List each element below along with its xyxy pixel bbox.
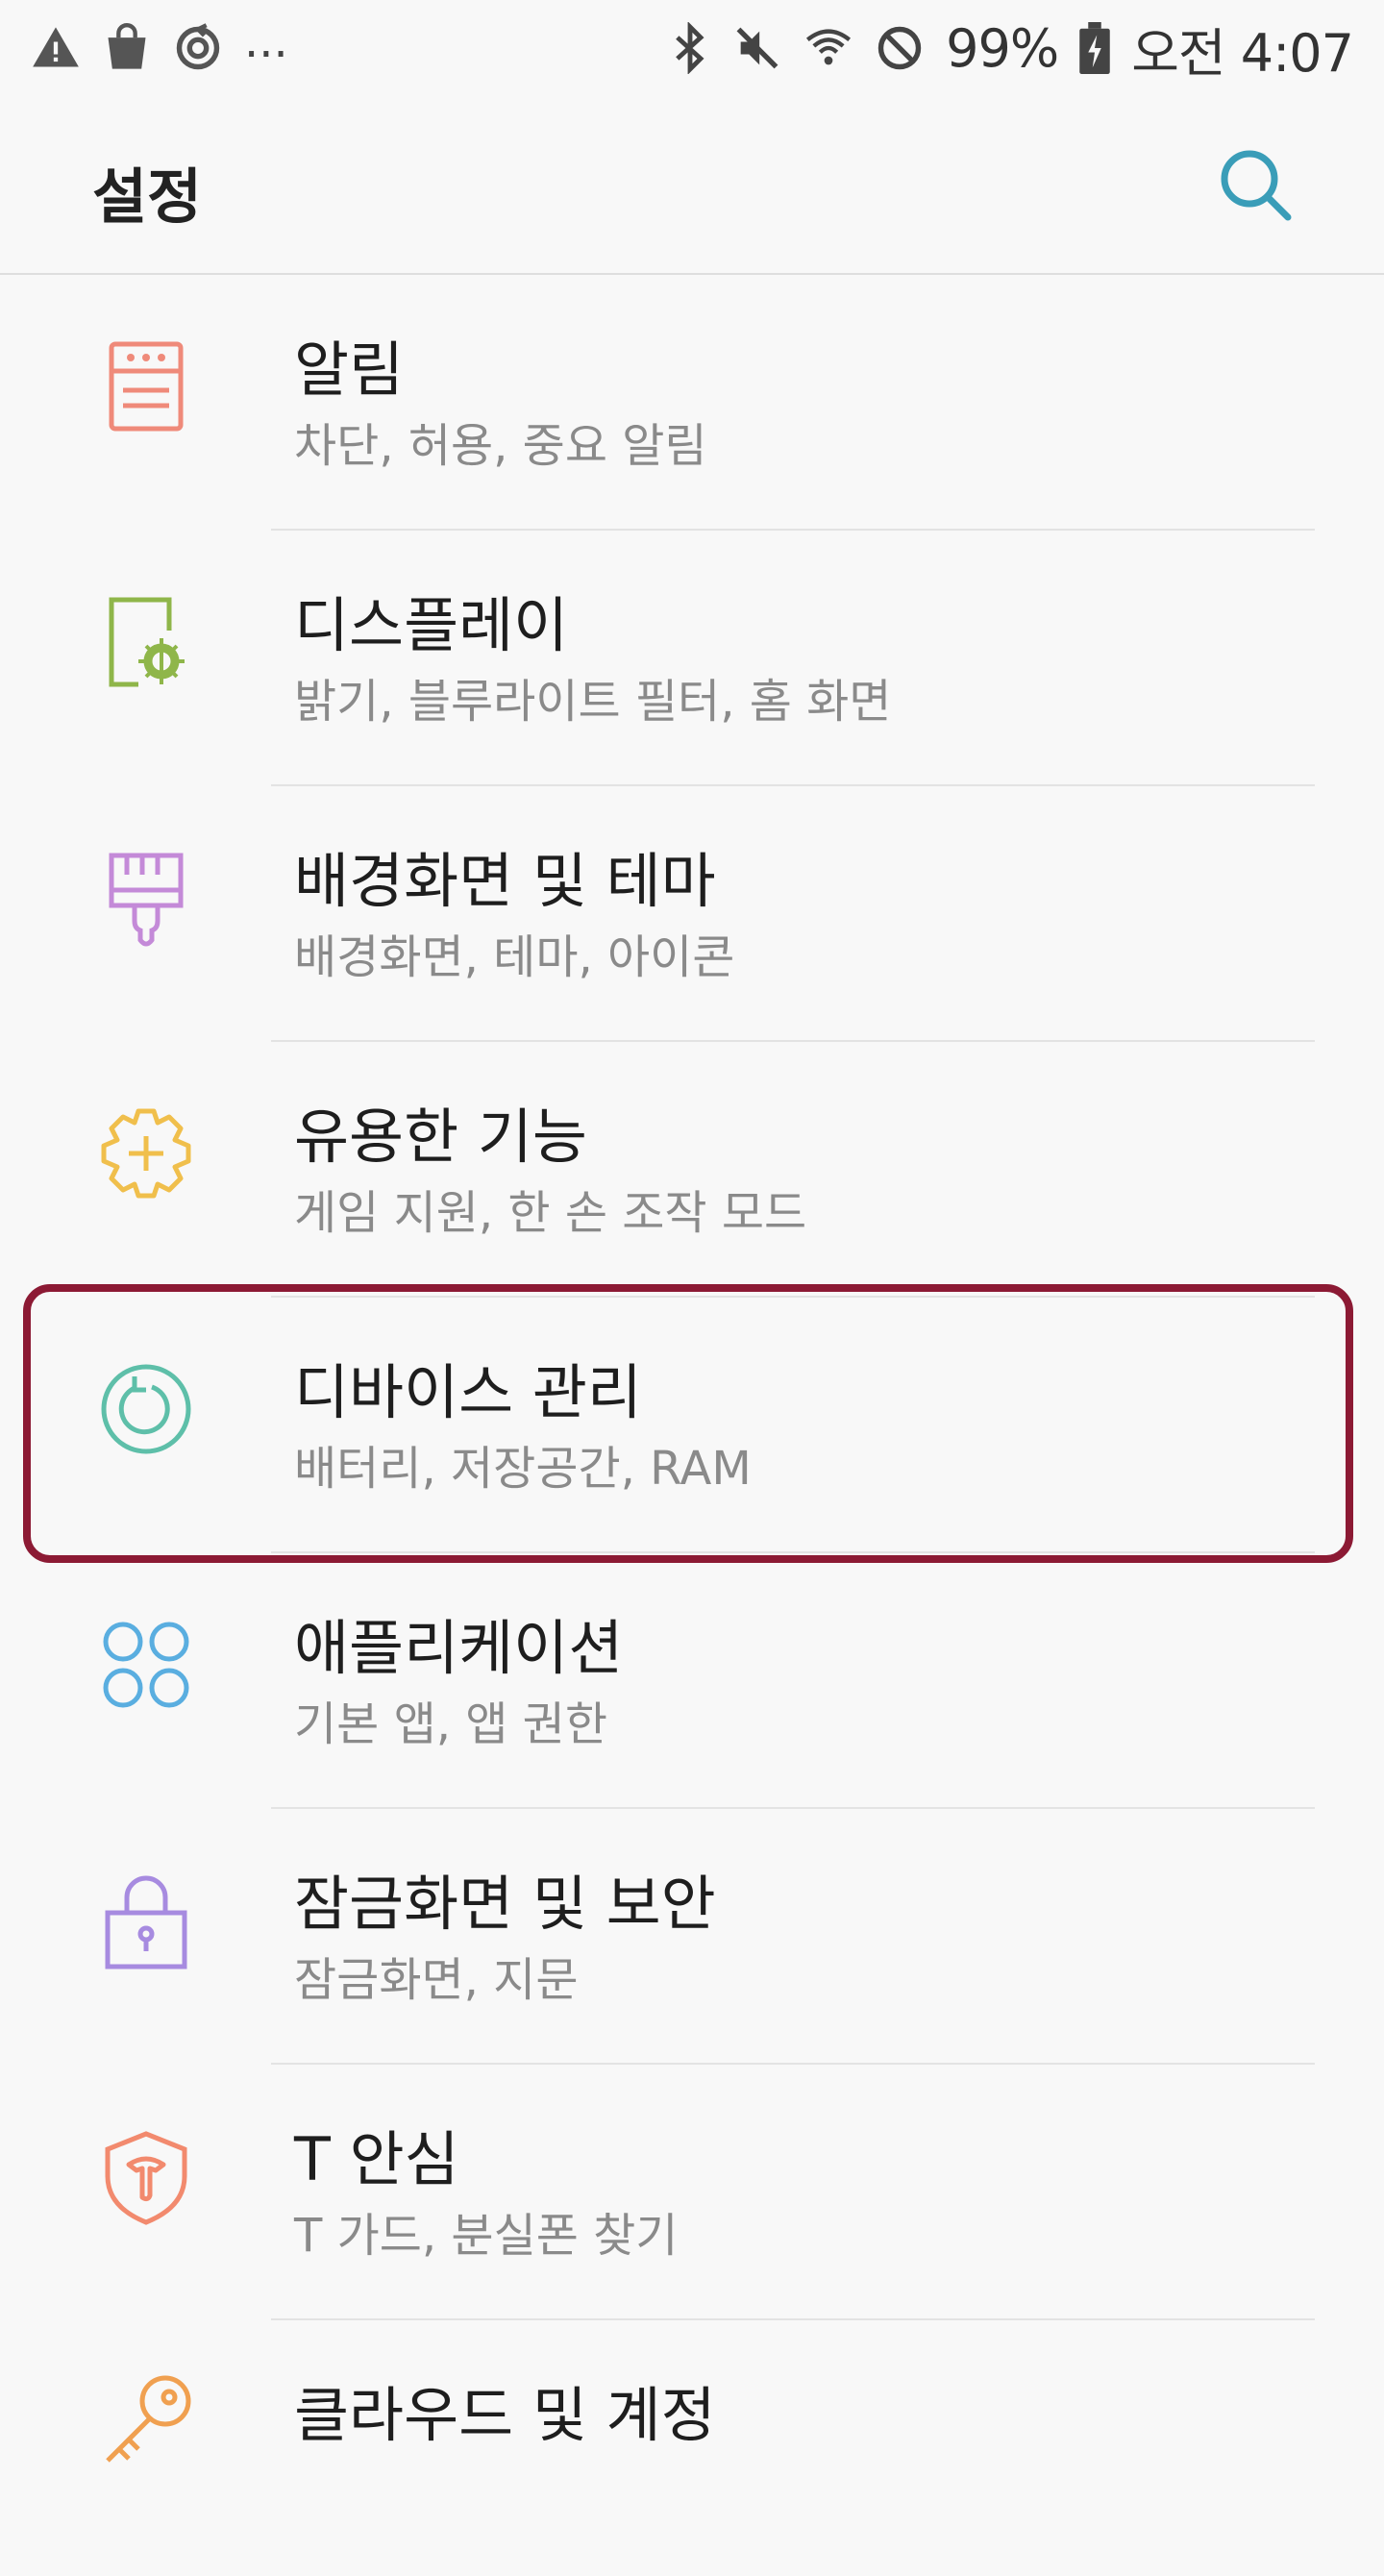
app-bar: 설정 [0,96,1384,275]
notifications-icon [109,341,184,432]
battery-charging-icon [1079,22,1110,74]
sync-icon [176,23,220,70]
item-subtitle: 잠금화면, 지문 [294,1953,579,2007]
block-icon [877,26,922,70]
item-title: 잠금화면 및 보안 [294,1869,716,1939]
mute-icon [736,27,778,69]
settings-item-apps[interactable]: 애플리케이션 기본 앱, 앱 권한 [0,1553,1384,1809]
settings-item-display[interactable]: 디스플레이 밝기, 블루라이트 필터, 홈 화면 [0,531,1384,786]
search-icon [1221,150,1292,221]
search-button[interactable] [1215,144,1299,229]
settings-item-lock-screen-security[interactable]: 잠금화면 및 보안 잠금화면, 지문 [0,1809,1384,2065]
item-subtitle: 배경화면, 테마, 아이콘 [294,930,735,984]
item-subtitle: T 가드, 분실폰 찾기 [294,2209,679,2263]
item-title: 유용한 기능 [294,1102,587,1172]
display-icon [109,597,185,687]
battery-percent: 99% [946,17,1059,79]
bluetooth-icon [676,22,704,74]
lock-icon [105,1875,187,1969]
settings-item-notifications[interactable]: 알림 차단, 허용, 중요 알림 [0,275,1384,531]
item-title: T 안심 [294,2124,459,2194]
item-subtitle: 게임 지원, 한 손 조작 모드 [294,1186,807,1240]
item-title: 디스플레이 [294,590,569,660]
item-subtitle: 기본 앱, 앱 권한 [294,1697,607,1751]
page-title: 설정 [92,161,203,232]
apps-icon [103,1622,189,1708]
item-title: 알림 [294,334,405,405]
status-bar: ... 99% 오전 4:07 [0,0,1384,96]
settings-item-t-ansim[interactable]: T 안심 T 가드, 분실폰 찾기 [0,2065,1384,2320]
item-subtitle: 밝기, 블루라이트 필터, 홈 화면 [294,675,892,729]
status-dots: ... [244,14,288,68]
selection-highlight [23,1284,1353,1563]
settings-item-wallpaper-themes[interactable]: 배경화면 및 테마 배경화면, 테마, 아이콘 [0,786,1384,1042]
paintbrush-icon [109,853,184,947]
settings-item-advanced-features[interactable]: 유용한 기능 게임 지원, 한 손 조작 모드 [0,1042,1384,1298]
wifi-icon [806,29,852,65]
clock: 오전 4:07 [1131,22,1354,84]
settings-item-cloud-accounts[interactable]: 클라우드 및 계정 [0,2320,1384,2576]
key-icon [106,2375,191,2463]
item-title: 클라우드 및 계정 [294,2380,716,2450]
warning-icon [33,27,79,67]
item-title: 배경화면 및 테마 [294,846,716,916]
item-subtitle: 차단, 허용, 중요 알림 [294,419,707,473]
gear-plus-icon [101,1108,191,1199]
shopping-bag-icon [108,23,146,69]
item-title: 애플리케이션 [294,1613,624,1683]
shield-icon [105,2131,187,2225]
